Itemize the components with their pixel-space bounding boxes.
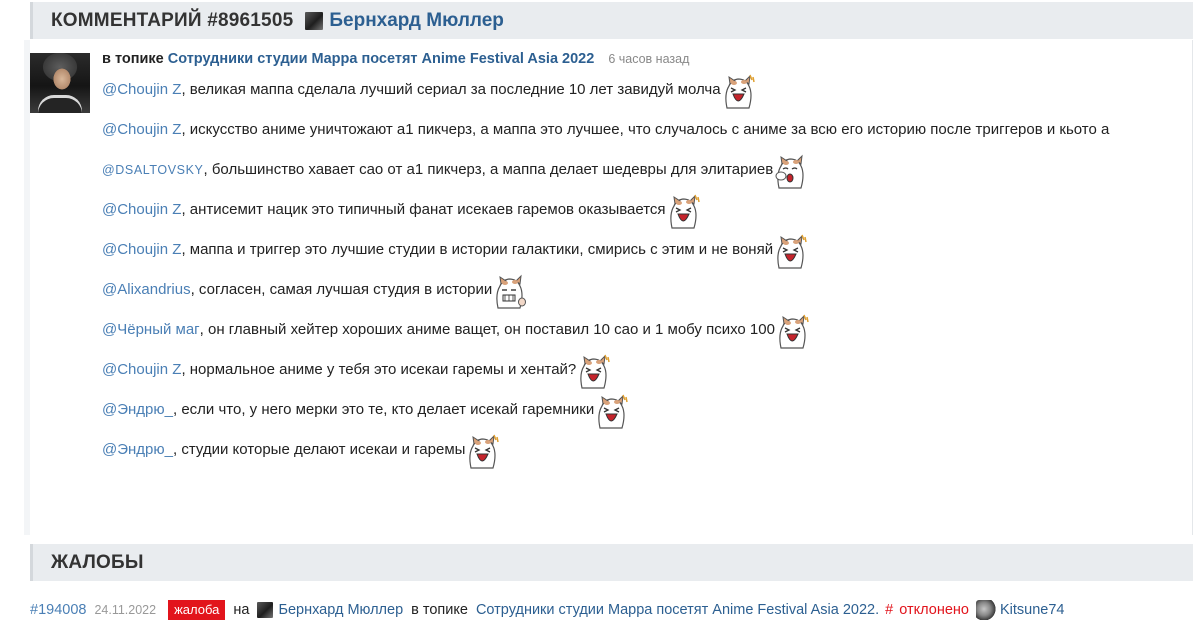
line-text: , нормальное аниме у тебя это исекаи гар… [181, 361, 577, 378]
comment-line: @Choujin Z, искусство аниме уничтожают а… [102, 120, 1109, 160]
complaints-header: ЖАЛОБЫ [30, 544, 1193, 581]
screaming-cat-emote [773, 232, 807, 270]
mention-link[interactable]: @Choujin Z [102, 80, 181, 100]
comment-line: @Alixandrius, согласен, самая лучшая сту… [102, 274, 1109, 320]
line-text: , студии которые делают исекаи и гаремы [172, 441, 466, 458]
line-text: , если что, у него мерки это те, кто дел… [172, 401, 595, 418]
screaming-cat-emote [465, 432, 500, 470]
complaint-row: #194008 24.11.2022 жалоба на Бернхард Мю… [30, 600, 1064, 620]
comment-line: @Choujin Z, маппа и триггер это лучшие с… [102, 234, 1109, 280]
line-text: , маппа и триггер это лучшие студии в ис… [181, 241, 774, 258]
mention-link[interactable]: @Choujin Z [102, 240, 181, 260]
topic-link[interactable]: Сотрудники студии Мappa посетят Anime Fe… [168, 51, 595, 67]
comment-meta: в топике Сотрудники студии Мappa посетят… [102, 51, 689, 67]
comment-title: КОММЕНТАРИЙ #8961505 [51, 9, 294, 31]
status-rejected: отклонено [899, 602, 969, 618]
mention-link[interactable]: @Эндрю_ [102, 400, 173, 420]
complaint-topic-prefix: в топике [411, 602, 468, 618]
comment-line: @Эндрю_, если что, у него мерки это те, … [102, 394, 1109, 440]
complaint-date: 24.11.2022 [94, 603, 157, 617]
comment-line: @DSALTOVSKY, большинство хавает сао от а… [102, 154, 1109, 200]
screaming-cat-emote [576, 352, 611, 390]
author-avatar[interactable] [30, 53, 90, 113]
comment-left-bar [24, 40, 30, 535]
complaint-author-avatar[interactable] [257, 602, 274, 618]
comment-line: @Choujin Z, антисемит нацик это типичный… [102, 194, 1109, 240]
comment-line: @Эндрю_, студии которые делают исекаи и … [102, 434, 1109, 480]
comment-time: 6 часов назад [608, 52, 690, 66]
mention-link[interactable]: @DSALTOVSKY [102, 160, 204, 180]
nervous-cat-emote [492, 272, 527, 310]
mention-link[interactable]: @Choujin Z [102, 120, 181, 140]
complaints-title: ЖАЛОБЫ [51, 551, 144, 573]
mention-link[interactable]: @Choujin Z [102, 360, 181, 380]
mention-link[interactable]: @Choujin Z [102, 200, 181, 220]
moderator-avatar[interactable] [975, 600, 996, 620]
author-mini-avatar[interactable] [305, 11, 324, 30]
complaint-topic-link[interactable]: Сотрудники студии Мappa посетят Anime Fe… [476, 602, 879, 618]
complaint-author-link[interactable]: Бернхард Мюллер [278, 602, 403, 618]
screaming-cat-emote [666, 192, 700, 230]
topic-prefix: в топике [102, 51, 164, 67]
hash-icon[interactable]: # [885, 602, 893, 618]
complaint-id-link[interactable]: #194008 [30, 602, 86, 618]
on-word: на [233, 602, 250, 618]
complaint-badge[interactable]: жалоба [168, 600, 226, 620]
line-text: , большинство хавает сао от а1 пикчерз, … [203, 161, 774, 178]
author-link[interactable]: Бернхард Мюллер [329, 10, 504, 32]
comment-body: @Choujin Z, великая маппа сделала лучший… [102, 74, 1109, 480]
page: КОММЕНТАРИЙ #8961505 Бернхард Мюллер в т… [0, 0, 1193, 624]
header-author: Бернхард Мюллер [305, 10, 504, 32]
mention-link[interactable]: @Alixandrius [102, 280, 191, 300]
comment-header: КОММЕНТАРИЙ #8961505 Бернхард Мюллер [30, 2, 1193, 39]
facepalm-cat-emote [773, 152, 807, 190]
moderator-link[interactable]: Kitsune74 [1000, 602, 1065, 618]
screaming-cat-emote [775, 312, 809, 350]
mention-link[interactable]: @Эндрю_ [102, 440, 173, 460]
line-text: , великая маппа сделала лучший сериал за… [181, 81, 721, 98]
line-text: , согласен, самая лучшая студия в истори… [190, 281, 493, 298]
comment-line: @Choujin Z, великая маппа сделала лучший… [102, 74, 1109, 120]
screaming-cat-emote [594, 392, 628, 430]
screaming-cat-emote [721, 72, 755, 110]
line-text: , антисемит нацик это типичный фанат исе… [181, 201, 666, 218]
line-text: , он главный хейтер хороших аниме ващет,… [199, 321, 775, 338]
line-text: , искусство аниме уничтожают а1 пикчерз,… [181, 121, 1110, 138]
mention-link[interactable]: @Чёрный маг [102, 320, 200, 340]
